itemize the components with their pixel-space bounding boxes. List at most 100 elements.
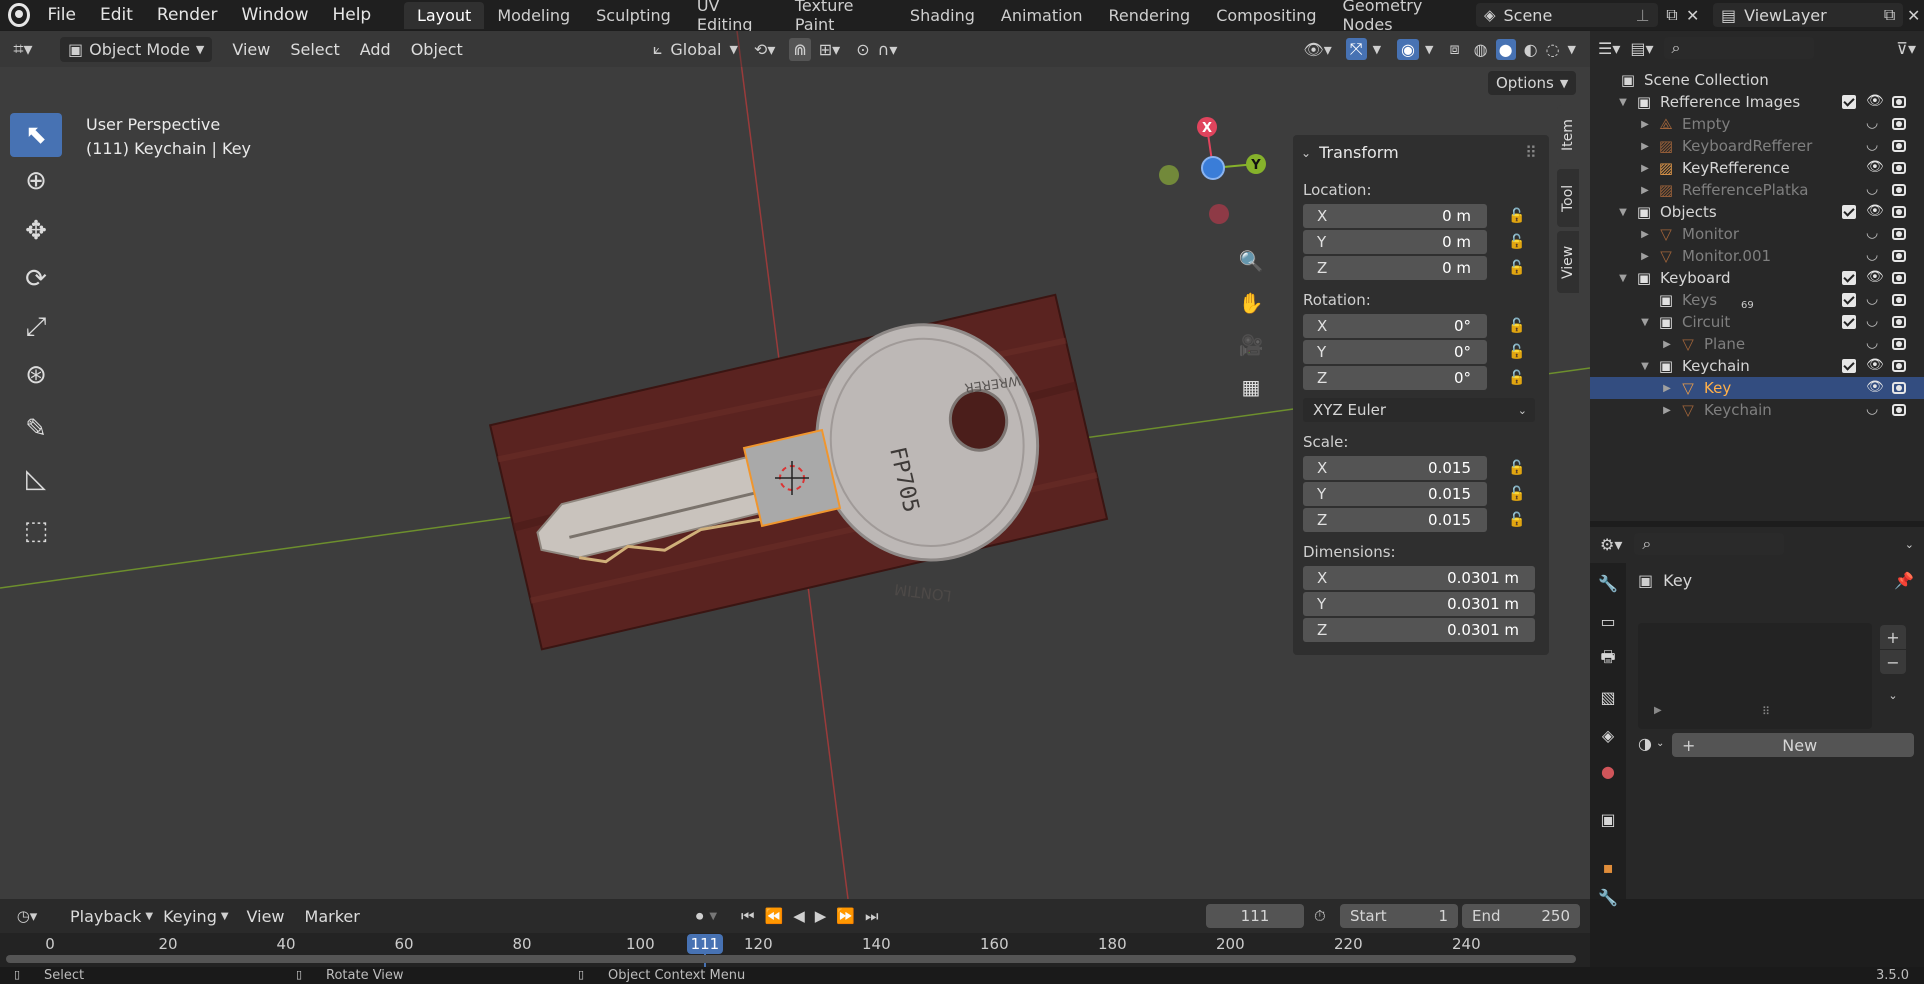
jump-start-icon[interactable]: ⏮	[741, 907, 755, 925]
rotation-mode-dropdown[interactable]: XYZ Euler ⌄	[1303, 398, 1535, 422]
scale-x-field[interactable]: X 0.015	[1303, 456, 1487, 480]
collapse-arrow-icon[interactable]: ▶	[1638, 185, 1652, 196]
visibility-icon[interactable]: 👁▾	[1303, 40, 1331, 59]
visibility-eye-icon[interactable]: ◡	[1866, 401, 1878, 417]
outliner-row[interactable]: ▶ ▽ Monitor ◡	[1590, 223, 1924, 245]
cursor-tool[interactable]: ⊕	[10, 159, 62, 203]
wireframe-shading-icon[interactable]: ◍	[1474, 40, 1488, 59]
add-slot-button[interactable]: +	[1880, 625, 1906, 649]
visibility-eye-icon[interactable]: 👁	[1866, 379, 1884, 395]
prev-keyframe-icon[interactable]: ⏪	[765, 907, 784, 925]
visibility-eye-icon[interactable]: ◡	[1866, 335, 1878, 351]
resize-handle-icon[interactable]: ⠿	[1762, 705, 1770, 718]
play-icon[interactable]: ▶	[815, 907, 827, 925]
exclude-checkbox[interactable]	[1842, 271, 1856, 285]
render-camera-icon[interactable]	[1892, 360, 1906, 372]
view-layer-icon[interactable]: ▧	[1598, 687, 1618, 707]
rotate-tool[interactable]: ⟳	[10, 257, 62, 301]
overlays-dropdown-icon[interactable]: ▼	[1425, 43, 1433, 56]
render-camera-icon[interactable]	[1892, 316, 1906, 328]
browse-material-dropdown[interactable]: ◑ ⌄	[1638, 734, 1664, 753]
timeline-scrollbar[interactable]	[6, 955, 1576, 963]
outliner-row[interactable]: ▼ ▣ Objects 👁	[1590, 201, 1924, 223]
new-material-button[interactable]: + New	[1672, 733, 1914, 757]
proportional-edit-icon[interactable]: ⊙	[856, 40, 869, 59]
auto-keying-dropdown-icon[interactable]: ▼	[709, 911, 717, 922]
visibility-eye-icon[interactable]: 👁	[1866, 159, 1884, 175]
expand-arrow-icon[interactable]: ▼	[1616, 273, 1630, 284]
material-slot-list[interactable]	[1638, 623, 1872, 729]
expand-arrow-icon[interactable]: ▼	[1638, 317, 1652, 328]
select-box-tool[interactable]: ⬉	[10, 113, 62, 157]
visibility-eye-icon[interactable]: ◡	[1866, 291, 1878, 307]
modifier-wrench-icon[interactable]: 🔧	[1598, 887, 1618, 907]
properties-editor-icon[interactable]: ⚙▾	[1600, 535, 1622, 554]
timeline-editor-icon[interactable]: ◷▾	[4, 907, 50, 925]
render-camera-icon[interactable]	[1892, 294, 1906, 306]
tab-modeling[interactable]: Modeling	[484, 2, 583, 29]
add-cube-tool[interactable]: ⬚	[10, 509, 62, 553]
render-camera-icon[interactable]	[1892, 162, 1906, 174]
expand-arrow-icon[interactable]: ▼	[1616, 97, 1630, 108]
dimensions-x-field[interactable]: X 0.0301 m	[1303, 566, 1535, 590]
visibility-eye-icon[interactable]: 👁	[1866, 203, 1884, 219]
dimensions-y-field[interactable]: Y 0.0301 m	[1303, 592, 1535, 616]
delete-scene-icon[interactable]: ✕	[1682, 6, 1703, 25]
menu-add[interactable]: Add	[350, 40, 401, 59]
gizmo-toggle-icon[interactable]: ⤧	[1345, 38, 1367, 60]
remove-slot-button[interactable]: −	[1880, 650, 1906, 674]
render-camera-icon[interactable]	[1892, 96, 1906, 108]
exclude-checkbox[interactable]	[1842, 95, 1856, 109]
lock-icon[interactable]: 🔓	[1507, 344, 1527, 360]
filter-icon[interactable]: ⊽▾	[1896, 39, 1916, 58]
render-camera-icon[interactable]	[1892, 404, 1906, 416]
slot-expand-icon[interactable]: ▶	[1654, 705, 1662, 716]
menu-window[interactable]: Window	[229, 5, 320, 25]
chevron-down-icon[interactable]: ⌄	[1905, 538, 1914, 551]
tab-shading[interactable]: Shading	[897, 2, 988, 29]
camera-view-icon[interactable]: 🎥	[1233, 327, 1269, 363]
outliner-row[interactable]: ▶ ▨ RefferencePlatka ◡	[1590, 179, 1924, 201]
new-scene-icon[interactable]: ⧉	[1662, 5, 1683, 25]
transform-orientation-dropdown[interactable]: ⟀ Global ▼	[653, 39, 738, 59]
drag-handle-icon[interactable]: ⠿	[1525, 143, 1537, 162]
menu-view[interactable]: View	[237, 907, 295, 926]
shading-dropdown-icon[interactable]: ▼	[1568, 43, 1576, 56]
exclude-checkbox[interactable]	[1842, 205, 1856, 219]
menu-help[interactable]: Help	[320, 5, 383, 25]
transform-header[interactable]: ⌄ Transform	[1301, 143, 1399, 162]
outliner-row[interactable]: ▶ ▽ Keychain ◡	[1590, 399, 1924, 421]
menu-keying[interactable]: Keying	[153, 907, 227, 926]
material-shading-icon[interactable]: ◐	[1524, 40, 1538, 59]
falloff-icon[interactable]: ∩▾	[878, 40, 898, 59]
pivot-point-icon[interactable]: ⟲▾	[754, 40, 775, 59]
tab-sculpting[interactable]: Sculpting	[583, 2, 684, 29]
delete-view-layer-icon[interactable]: ✕	[1903, 6, 1924, 25]
measure-tool[interactable]: ◺	[10, 457, 62, 501]
collapse-arrow-icon[interactable]: ▶	[1638, 119, 1652, 130]
render-camera-icon[interactable]	[1892, 206, 1906, 218]
outliner-row[interactable]: ▶ ▽ Monitor.001 ◡	[1590, 245, 1924, 267]
menu-render[interactable]: Render	[145, 5, 230, 25]
outliner-row[interactable]: ▼ ▣ Keychain 👁	[1590, 355, 1924, 377]
outliner-row[interactable]: ▼ ▣ Circuit ◡	[1590, 311, 1924, 333]
menu-file[interactable]: File	[36, 5, 88, 25]
visibility-eye-icon[interactable]: 👁	[1866, 357, 1884, 373]
menu-edit[interactable]: Edit	[88, 5, 145, 25]
outliner-row[interactable]: ▶ ▽ Plane ◡	[1590, 333, 1924, 355]
view-layer-selector[interactable]: ▤ ViewLayer ⧉	[1713, 3, 1904, 27]
location-y-field[interactable]: Y 0 m	[1303, 230, 1487, 254]
pin-icon[interactable]: ⊥	[1636, 6, 1650, 25]
outliner-row[interactable]: ▶ ⟁ Empty ◡	[1590, 113, 1924, 135]
lock-icon[interactable]: 🔓	[1507, 260, 1527, 276]
next-keyframe-icon[interactable]: ⏩	[836, 907, 855, 925]
render-camera-icon[interactable]	[1892, 140, 1906, 152]
properties-search-input[interactable]: ⌕	[1634, 533, 1785, 555]
exclude-checkbox[interactable]	[1842, 315, 1856, 329]
snap-target-icon[interactable]: ⊞▾	[819, 40, 840, 59]
visibility-eye-icon[interactable]: ◡	[1866, 313, 1878, 329]
render-camera-icon[interactable]	[1892, 272, 1906, 284]
slot-menu-icon[interactable]: ⌄	[1880, 683, 1906, 707]
location-x-field[interactable]: X 0 m	[1303, 204, 1487, 228]
object-icon[interactable]: ▪	[1598, 857, 1618, 877]
